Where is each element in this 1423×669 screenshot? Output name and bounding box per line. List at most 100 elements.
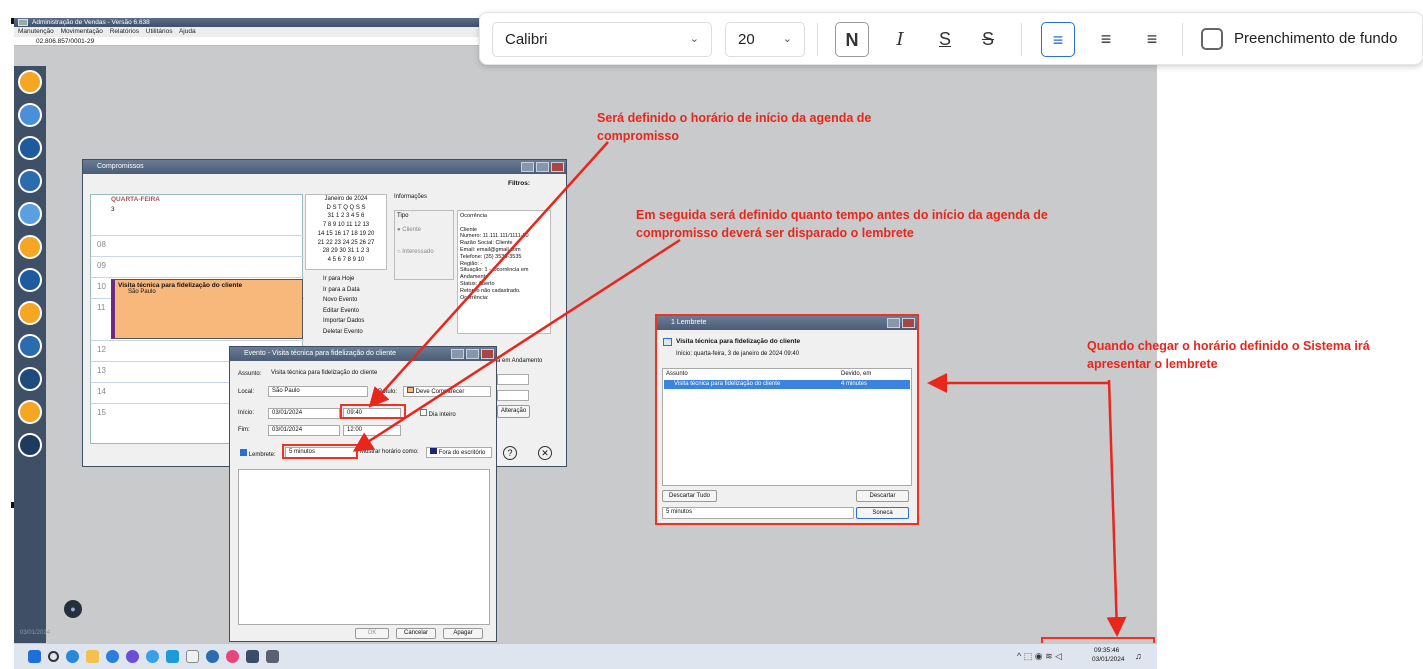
action-novo-evento[interactable]: Novo Evento: [323, 295, 364, 306]
bell-icon[interactable]: ●: [64, 600, 82, 618]
action-ir-hoje[interactable]: Ir para Hoje: [323, 274, 364, 285]
sales-icon[interactable]: [18, 136, 42, 160]
reminder-row[interactable]: Visita técnica para fidelização do clien…: [664, 380, 910, 389]
minimize-button[interactable]: [521, 162, 534, 172]
calculator-icon[interactable]: [18, 169, 42, 193]
descartar-tudo-button[interactable]: Descartar Tudo: [662, 490, 717, 502]
app-icon[interactable]: [186, 650, 199, 663]
local-field[interactable]: São Paulo: [268, 386, 368, 397]
day-number: 3: [111, 206, 115, 213]
alteracao-button[interactable]: Alteração: [497, 405, 530, 418]
soneca-button[interactable]: Soneca: [856, 507, 909, 519]
menu-movimentacao[interactable]: Movimentação: [61, 28, 103, 35]
fim-date[interactable]: 03/01/2024: [268, 425, 340, 436]
notes-area[interactable]: [238, 469, 490, 625]
side-select[interactable]: [497, 390, 529, 401]
calendar-week[interactable]: 28 29 30 31 1 2 3: [306, 247, 386, 256]
side-select[interactable]: [497, 374, 529, 385]
tray-icons[interactable]: ^ ⬚ ◉ ≋ ◁: [1017, 651, 1062, 662]
hour-slot[interactable]: 08: [91, 235, 304, 256]
align-left-icon[interactable]: ≡: [1041, 22, 1075, 57]
reminder-list[interactable]: Assunto Devido, em Visita técnica para f…: [662, 368, 912, 486]
align-right-icon[interactable]: ≡: [1135, 22, 1169, 57]
underline-button[interactable]: S: [928, 22, 962, 57]
action-deletar-evento[interactable]: Deletar Evento: [323, 327, 364, 338]
menu-relatorios[interactable]: Relatórios: [110, 28, 139, 35]
radio-cliente[interactable]: ● Cliente: [397, 227, 451, 233]
edit-icon[interactable]: [18, 235, 42, 259]
edge-icon[interactable]: [66, 650, 79, 663]
cart-icon[interactable]: [18, 103, 42, 127]
col-assunto[interactable]: Assunto: [666, 371, 688, 377]
hour-slot[interactable]: 09: [91, 256, 304, 277]
close-button[interactable]: [902, 318, 915, 328]
descartar-button[interactable]: Descartar: [856, 490, 909, 502]
action-ir-data[interactable]: Ir para a Data: [323, 285, 364, 296]
close-button[interactable]: [481, 349, 494, 359]
report-icon[interactable]: [18, 202, 42, 226]
monitor-icon[interactable]: [18, 268, 42, 292]
minimize-button[interactable]: [887, 318, 900, 328]
info-line: Andamento: [460, 274, 489, 281]
col-devido[interactable]: Devido, em: [841, 371, 871, 377]
chrome2-icon[interactable]: [146, 650, 159, 663]
terminal-icon[interactable]: [18, 334, 42, 358]
lembrete-checkbox[interactable]: Lembrete:: [240, 449, 276, 458]
fill-checkbox[interactable]: [1201, 28, 1223, 50]
filtros-label: Filtros:: [507, 180, 530, 187]
menu-manutencao[interactable]: Manutenção: [18, 28, 54, 35]
font-select[interactable]: Calibri ⌄: [492, 22, 712, 57]
users-icon[interactable]: [18, 70, 42, 94]
event-block[interactable]: Visita técnica para fidelização do clien…: [111, 279, 303, 339]
ok-button[interactable]: OK: [355, 628, 389, 639]
bold-button[interactable]: N: [835, 22, 869, 57]
dia-inteiro-checkbox[interactable]: Dia inteiro: [420, 409, 456, 418]
calendar-week[interactable]: 7 8 9 10 11 12 13: [306, 221, 386, 230]
action-importar[interactable]: Importar Dados: [323, 316, 364, 327]
calendar-week[interactable]: 21 22 23 24 25 26 27: [306, 239, 386, 248]
snooze-select[interactable]: 5 minutos: [662, 507, 854, 519]
mostrar-select[interactable]: Fora do escritório: [426, 447, 492, 458]
mini-calendar[interactable]: Janeiro de 2024 D S T Q Q S S 31 1 2 3 4…: [305, 194, 387, 270]
cancelar-button[interactable]: Cancelar: [396, 628, 436, 639]
teams-icon[interactable]: [166, 650, 179, 663]
menu-ajuda[interactable]: Ajuda: [179, 28, 196, 35]
checklist-icon[interactable]: [18, 400, 42, 424]
chrome-icon[interactable]: [106, 650, 119, 663]
search-icon[interactable]: [48, 651, 59, 662]
calendar-week[interactable]: 14 15 16 17 18 19 20: [306, 230, 386, 239]
wiki-icon[interactable]: [18, 433, 42, 457]
clock-date[interactable]: 03/01/2024: [1092, 656, 1125, 663]
close-button[interactable]: [551, 162, 564, 172]
action-editar-evento[interactable]: Editar Evento: [323, 306, 364, 317]
italic-button[interactable]: I: [883, 22, 917, 57]
radio-interessado[interactable]: ○ Interessado: [397, 249, 451, 255]
calendar-week[interactable]: 31 1 2 3 4 5 6: [306, 212, 386, 221]
money-icon[interactable]: [18, 301, 42, 325]
inicio-date[interactable]: 03/01/2024: [268, 408, 340, 419]
assunto-field[interactable]: Visita técnica para fidelização do clien…: [268, 369, 490, 380]
folder-icon[interactable]: [86, 650, 99, 663]
size-select[interactable]: 20 ⌄: [725, 22, 805, 57]
rotulo-select[interactable]: Deve Comparecer: [403, 386, 491, 397]
help-icon[interactable]: ?: [503, 446, 517, 460]
paint-icon[interactable]: [226, 650, 239, 663]
calculator-icon[interactable]: [266, 650, 279, 663]
maximize-button[interactable]: [536, 162, 549, 172]
notification-icon[interactable]: ♫: [1135, 651, 1142, 661]
close-circle-icon[interactable]: ✕: [538, 446, 552, 460]
browser-icon[interactable]: [126, 650, 139, 663]
app2-icon[interactable]: [206, 650, 219, 663]
start-icon[interactable]: [28, 650, 41, 663]
calendar-week[interactable]: 4 5 6 7 8 9 10: [306, 256, 386, 265]
fim-time[interactable]: 12:00: [343, 425, 401, 436]
strikethrough-button[interactable]: S: [971, 22, 1005, 57]
document-icon[interactable]: [18, 367, 42, 391]
apagar-button[interactable]: Apagar: [443, 628, 483, 639]
minimize-button[interactable]: [451, 349, 464, 359]
menu-utilitarios[interactable]: Utilitários: [146, 28, 173, 35]
align-center-icon[interactable]: ≡: [1089, 22, 1123, 57]
maximize-button[interactable]: [466, 349, 479, 359]
clock-time[interactable]: 09:35:46: [1094, 647, 1119, 654]
vendas-icon[interactable]: [246, 650, 259, 663]
